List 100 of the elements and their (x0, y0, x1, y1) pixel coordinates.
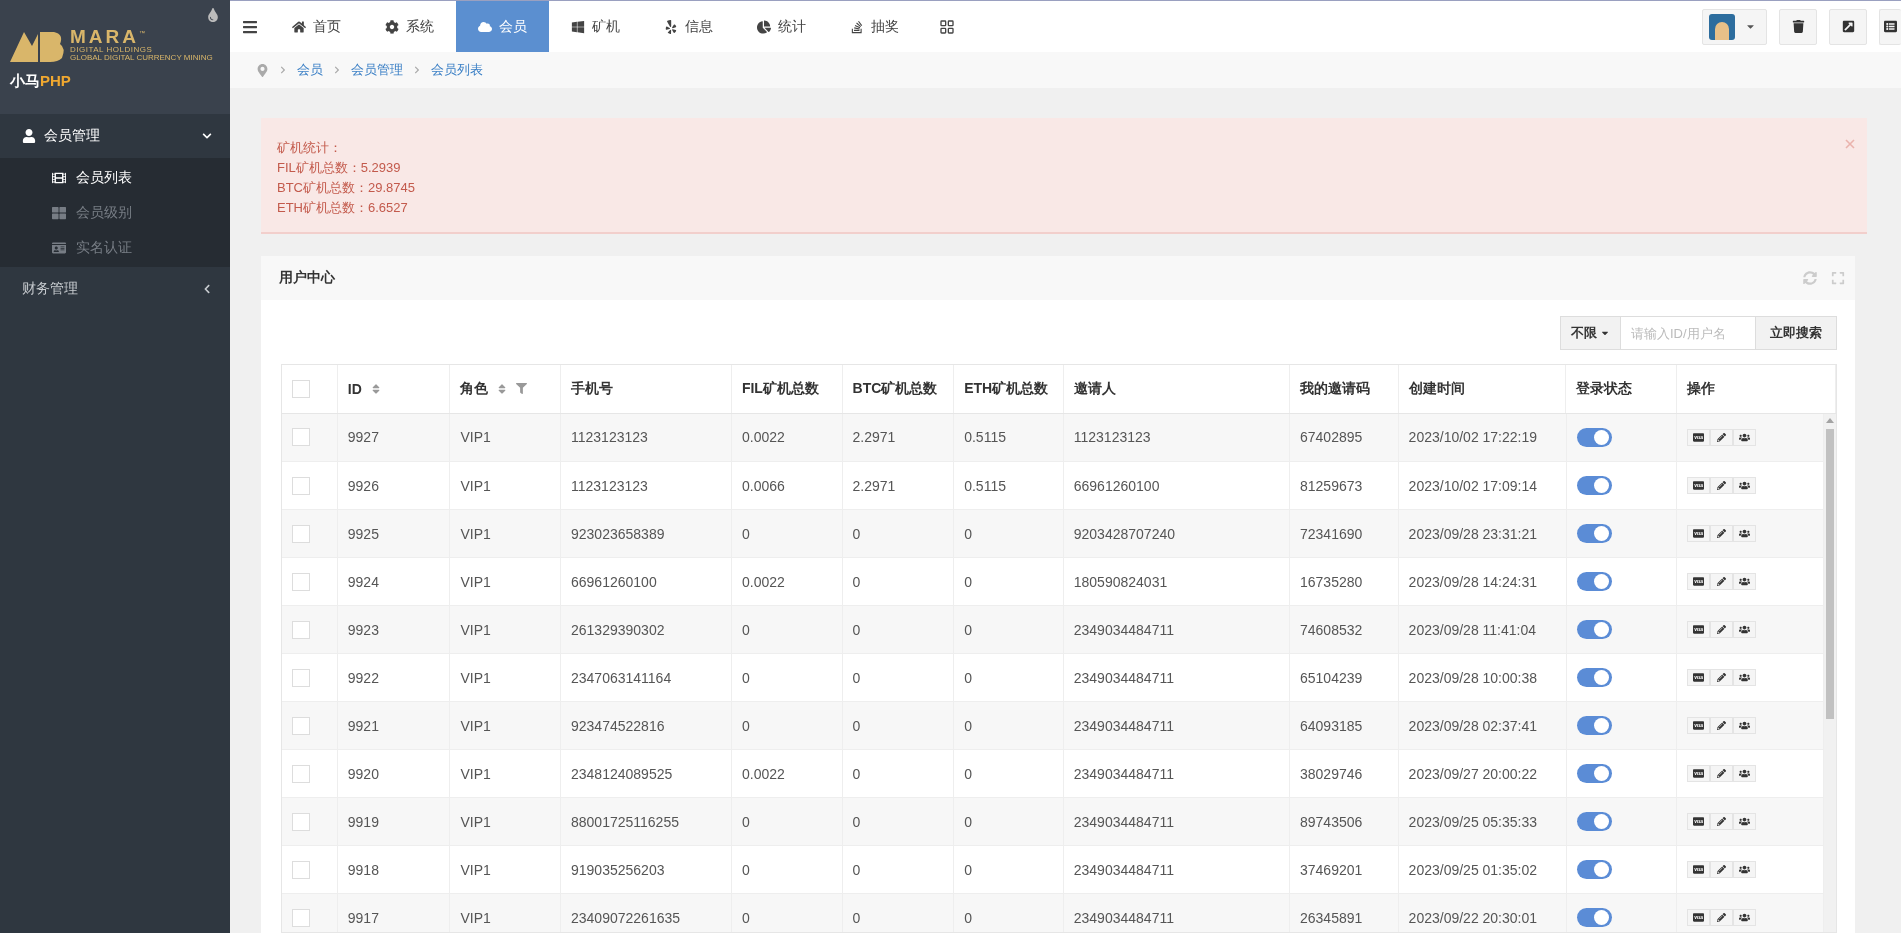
login-toggle[interactable] (1576, 860, 1612, 879)
users-button[interactable] (1733, 669, 1757, 686)
login-toggle[interactable] (1576, 716, 1612, 735)
breadcrumb-link[interactable]: 会员管理 (351, 61, 403, 79)
login-toggle[interactable] (1576, 427, 1612, 447)
row-checkbox[interactable] (292, 476, 310, 495)
table-cell: VIP1 (460, 669, 491, 686)
users-button[interactable] (1733, 861, 1757, 878)
edit-button[interactable] (1710, 525, 1734, 542)
login-toggle[interactable] (1576, 524, 1612, 543)
sidebar-menu-item[interactable]: 财务管理 (0, 267, 230, 311)
card-button[interactable] (1687, 909, 1711, 926)
card-button[interactable] (1687, 477, 1711, 494)
card-button[interactable] (1687, 573, 1711, 590)
card-icon (1693, 528, 1705, 539)
edit-button[interactable] (1710, 861, 1734, 878)
row-checkbox[interactable] (292, 428, 310, 447)
avatar (1709, 13, 1735, 40)
nav-tab[interactable]: 矿机 (549, 1, 642, 52)
nav-tab[interactable]: 信息 (642, 1, 735, 52)
sidebar-menu-item[interactable]: 会员管理 (0, 114, 230, 158)
edit-button[interactable] (1710, 717, 1734, 734)
select-all-checkbox[interactable] (292, 379, 310, 398)
table-cell: 0.0066 (741, 477, 785, 494)
pencil-icon (1717, 529, 1727, 538)
cloud-icon (478, 19, 492, 34)
edit-button[interactable] (1710, 669, 1734, 686)
table-cell: 9203428707240 (1073, 525, 1175, 542)
card-button[interactable] (1687, 717, 1711, 734)
card-button[interactable] (1687, 525, 1711, 542)
card-icon (1693, 431, 1705, 443)
filter-icon[interactable] (516, 383, 528, 395)
login-toggle[interactable] (1576, 572, 1612, 591)
sidebar-submenu-item[interactable]: 会员列表 (0, 160, 230, 195)
login-toggle[interactable] (1576, 812, 1612, 831)
table-cell: 9920 (347, 765, 379, 782)
column-header: 登录状态 (1576, 379, 1633, 398)
users-button[interactable] (1733, 573, 1757, 590)
row-checkbox[interactable] (292, 572, 310, 591)
edit-button[interactable] (1710, 765, 1734, 782)
edit-button[interactable] (1710, 573, 1734, 590)
filter-dropdown[interactable]: 不限 (1560, 316, 1621, 350)
list-button[interactable] (1879, 8, 1901, 45)
table-cell: 1123123123 (571, 477, 648, 494)
breadcrumb-link[interactable]: 会员列表 (431, 61, 483, 79)
edit-button[interactable] (1710, 428, 1734, 446)
row-checkbox[interactable] (292, 860, 310, 879)
row-checkbox[interactable] (292, 668, 310, 687)
edit-button[interactable] (1710, 909, 1734, 926)
edit-button[interactable] (1710, 477, 1734, 494)
card-button[interactable] (1687, 861, 1711, 878)
card-button[interactable] (1687, 765, 1711, 782)
row-checkbox[interactable] (292, 908, 310, 927)
table-cell: 16735280 (1300, 573, 1363, 590)
users-button[interactable] (1733, 525, 1757, 542)
table-cell: 0.0022 (741, 429, 785, 446)
search-field[interactable]: 请输入ID/用户名 (1621, 316, 1755, 350)
users-button[interactable] (1733, 813, 1757, 830)
login-toggle[interactable] (1576, 908, 1612, 927)
nav-tab[interactable]: 抽奖 (828, 1, 921, 52)
table-cell: 0 (741, 861, 750, 878)
card-button[interactable] (1687, 621, 1711, 638)
card-button[interactable] (1687, 428, 1711, 446)
trash-button[interactable] (1779, 8, 1817, 45)
menu-icon[interactable] (242, 18, 258, 35)
edit-button[interactable] (1710, 813, 1734, 830)
alert-line: ETH矿机总数：6.6527 (277, 199, 408, 217)
edit-button[interactable] (1710, 621, 1734, 638)
breadcrumb-link[interactable]: 会员 (297, 61, 323, 79)
row-checkbox[interactable] (292, 716, 310, 735)
search-button[interactable]: 立即搜索 (1755, 316, 1837, 350)
user-menu-button[interactable] (1702, 8, 1767, 45)
nav-tab[interactable]: 系统 (363, 1, 456, 52)
users-button[interactable] (1733, 765, 1757, 782)
card-button[interactable] (1687, 813, 1711, 830)
users-button[interactable] (1733, 621, 1757, 638)
login-toggle[interactable] (1576, 476, 1612, 495)
login-toggle[interactable] (1576, 764, 1612, 783)
nav-tab[interactable]: 统计 (735, 1, 828, 52)
users-button[interactable] (1733, 909, 1757, 926)
users-button[interactable] (1733, 477, 1757, 494)
pencil-icon (1717, 673, 1727, 682)
users-button[interactable] (1733, 428, 1757, 446)
external-link-button[interactable] (1829, 8, 1867, 45)
table-cell: 9919 (347, 813, 379, 830)
login-toggle[interactable] (1576, 668, 1612, 687)
row-checkbox[interactable] (292, 812, 310, 831)
table-cell: 2023/09/28 23:31:21 (1408, 525, 1538, 542)
row-checkbox[interactable] (292, 620, 310, 639)
grid-icon[interactable] (939, 18, 955, 35)
login-toggle[interactable] (1576, 620, 1612, 639)
users-button[interactable] (1733, 717, 1757, 734)
table-cell: 2349034484711 (1073, 621, 1174, 638)
pencil-icon (1717, 913, 1727, 922)
nav-tab[interactable]: 首页 (270, 1, 363, 52)
table-cell: 9924 (347, 573, 379, 590)
card-button[interactable] (1687, 669, 1711, 686)
pencil-icon (1717, 432, 1727, 442)
row-checkbox[interactable] (292, 764, 310, 783)
row-checkbox[interactable] (292, 524, 310, 543)
